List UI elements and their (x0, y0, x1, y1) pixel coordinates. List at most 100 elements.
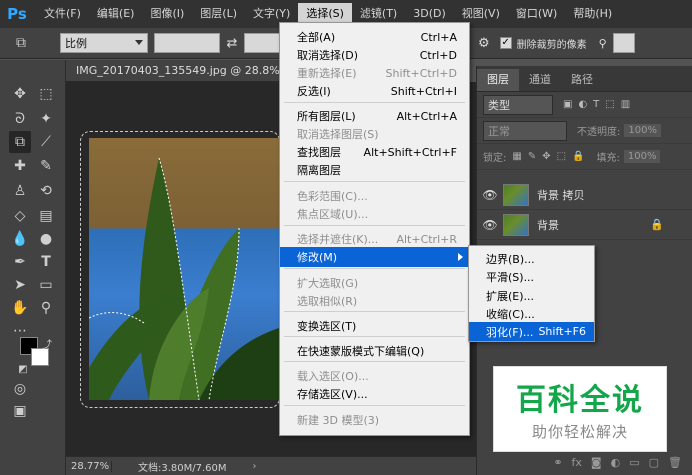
modify-submenu-item[interactable]: 平滑(S)... (469, 267, 594, 286)
path-selection-tool-icon[interactable]: ➤ (9, 274, 31, 296)
brush-tool-icon[interactable]: ✎ (35, 155, 57, 177)
rectangle-tool-icon[interactable]: ▭ (35, 274, 57, 296)
select-menu-item[interactable]: 全部(A) Ctrl+A (280, 27, 469, 47)
gradient-tool-icon[interactable]: ▤ (35, 205, 57, 227)
fill-label: 填充: (596, 153, 620, 164)
ps-logo[interactable]: Ps (4, 3, 30, 25)
tab-channels[interactable]: 通道 (519, 69, 561, 91)
blend-mode-select[interactable]: 正常 (483, 120, 567, 141)
select-menu-item[interactable]: 修改(M) (280, 247, 469, 267)
blend-row: 正常 不透明度: 100% (477, 118, 692, 144)
eraser-tool-icon[interactable]: ◇ (9, 205, 31, 227)
select-menu-item[interactable]: 隔离图层 (280, 160, 469, 180)
swap-colors-icon[interactable]: ⤴ (36, 332, 58, 354)
panel-tabs: 图层 通道 路径 (477, 66, 692, 92)
select-menu-item[interactable]: 变换选区(T) (280, 316, 469, 336)
history-brush-tool-icon[interactable]: ⟲ (35, 180, 57, 202)
menu-item-label: 选取相似(R) (297, 295, 358, 308)
document-tab[interactable]: IMG_20170403_135549.jpg @ 28.8%(RGB/ (66, 60, 280, 82)
swap-icon[interactable]: ⇄ (220, 36, 244, 51)
blur-tool-icon[interactable]: 💧 (9, 228, 31, 250)
dodge-tool-icon[interactable]: ● (35, 228, 57, 250)
menu-item[interactable]: 图层(L) (192, 3, 245, 25)
adjustment-icon[interactable]: ◐ (611, 456, 621, 469)
select-menu-item[interactable]: 反选(I) Shift+Ctrl+I (280, 81, 469, 101)
ratio-select[interactable]: 比例 (60, 33, 148, 53)
magic-wand-tool-icon[interactable]: ✦ (35, 108, 57, 130)
hand-tool-icon[interactable]: ✋ (9, 297, 31, 319)
layer-row[interactable]: 👁 背景 🔒 (477, 210, 692, 240)
select-menu-item: 焦点区域(U)... (280, 204, 469, 224)
modify-submenu-item[interactable]: 边界(B)... (469, 249, 594, 268)
menu-item[interactable]: 编辑(E) (89, 3, 143, 25)
lock-label: 锁定: (483, 153, 507, 164)
search-icon[interactable]: ⚲ (599, 37, 607, 50)
fx-icon[interactable]: fx (572, 456, 582, 469)
modify-submenu-item[interactable]: 收缩(C)... (469, 304, 594, 323)
menu-item-label: 新建 3D 模型(3) (297, 414, 380, 427)
tab-layers[interactable]: 图层 (477, 69, 519, 91)
lock-icons[interactable]: ▦✎✥⬚🔒 (512, 151, 590, 162)
zoom-level[interactable]: 28.77% (66, 460, 112, 472)
pen-tool-icon[interactable]: ✒ (9, 251, 31, 273)
default-colors-icon[interactable]: ◩ (12, 358, 34, 380)
select-menu-item[interactable]: 查找图层 Alt+Shift+Ctrl+F (280, 142, 469, 162)
menu-item[interactable]: 文件(F) (36, 3, 89, 25)
crop-tool-icon[interactable]: ⧉ (9, 131, 31, 153)
select-menu-item[interactable]: 取消选择(D) Ctrl+D (280, 45, 469, 65)
opacity-field[interactable]: 100% (624, 124, 661, 137)
select-menu-item: 重新选择(E) Shift+Ctrl+D (280, 63, 469, 83)
new-layer-icon[interactable]: ▢ (649, 456, 659, 469)
lock-icon: 🔒 (650, 218, 664, 231)
width-field[interactable] (154, 33, 220, 53)
clone-stamp-tool-icon[interactable]: ♙ (9, 180, 31, 202)
filter-kind-select[interactable]: 类型 (483, 94, 553, 115)
eyedropper-tool-icon[interactable]: ⟋ (35, 131, 57, 153)
type-tool-icon[interactable]: T (35, 251, 57, 273)
menu-item-label: 隔离图层 (297, 164, 341, 177)
menu-item-label: 反选(I) (297, 85, 331, 98)
menu-item-label: 载入选区(O)... (297, 370, 369, 383)
submenu-item-label: 扩展(E)... (486, 289, 535, 303)
move-tool-icon[interactable]: ✥ (9, 83, 31, 105)
eye-icon[interactable]: 👁 (477, 218, 503, 232)
mask-icon[interactable]: ◙ (591, 456, 602, 469)
crop-tool-icon[interactable]: ⧉ (16, 35, 46, 51)
zoom-tool-icon[interactable]: ⚲ (35, 297, 57, 319)
photo-canvas[interactable] (89, 138, 279, 400)
workspace-select[interactable] (612, 33, 635, 53)
watermark: 百科全说 助你轻松解决 (493, 366, 667, 452)
select-menu-item[interactable]: 所有图层(L) Alt+Ctrl+A (280, 106, 469, 126)
healing-tool-icon[interactable]: ✚ (9, 155, 31, 177)
marquee-tool-icon[interactable]: ⬚ (35, 83, 57, 105)
select-menu-item: 选取相似(R) (280, 291, 469, 311)
group-icon[interactable]: ▭ (629, 456, 639, 469)
select-menu-item[interactable]: 在快速蒙版模式下编辑(Q) (280, 341, 469, 361)
tab-paths[interactable]: 路径 (561, 69, 603, 91)
menu-item[interactable]: 图像(I) (142, 3, 192, 25)
submenu-item-label: 边界(B)... (486, 252, 535, 266)
quick-mask-icon[interactable]: ◎ (9, 378, 31, 400)
trash-icon[interactable]: 🗑 (668, 456, 682, 469)
menu-item-label: 全部(A) (297, 31, 336, 44)
document-title: IMG_20170403_135549.jpg @ 28.8%(RGB/ (76, 64, 280, 77)
filter-icons[interactable]: ▣◐T⬚▥ (563, 99, 636, 110)
menu-item[interactable]: 窗口(W) (508, 3, 565, 25)
menu-separator (284, 405, 465, 406)
lasso-tool-icon[interactable]: ᘐ (9, 108, 31, 130)
menu-item[interactable]: 帮助(H) (565, 3, 620, 25)
layer-row[interactable]: 👁 背景 拷贝 (477, 180, 692, 210)
menu-item-label: 选择并遮住(K)... (297, 233, 379, 246)
status-arrow-icon[interactable]: › (253, 461, 257, 472)
modify-submenu-item[interactable]: 扩展(E)... (469, 286, 594, 305)
fill-field[interactable]: 100% (623, 150, 661, 163)
link-icon[interactable]: ⚭ (553, 456, 562, 469)
delete-cropped-checkbox[interactable]: ✓ (499, 37, 512, 49)
modify-submenu-item[interactable]: 羽化(F)... Shift+F6 (469, 322, 594, 341)
eye-icon[interactable]: 👁 (477, 188, 503, 202)
menu-item-label: 变换选区(T) (297, 320, 357, 333)
screen-mode-icon[interactable]: ▣ (9, 400, 31, 422)
toolbar: ✥ ⬚ ᘐ ✦ ⧉ ⟋ ✚ ✎ ♙ ⟲ ◇ ▤ 💧 ● ✒ T ➤ ▭ ✋ ⚲ … (0, 60, 66, 475)
select-menu-item[interactable]: 存储选区(V)... (280, 384, 469, 404)
gear-icon[interactable]: ⚙ (478, 36, 490, 51)
